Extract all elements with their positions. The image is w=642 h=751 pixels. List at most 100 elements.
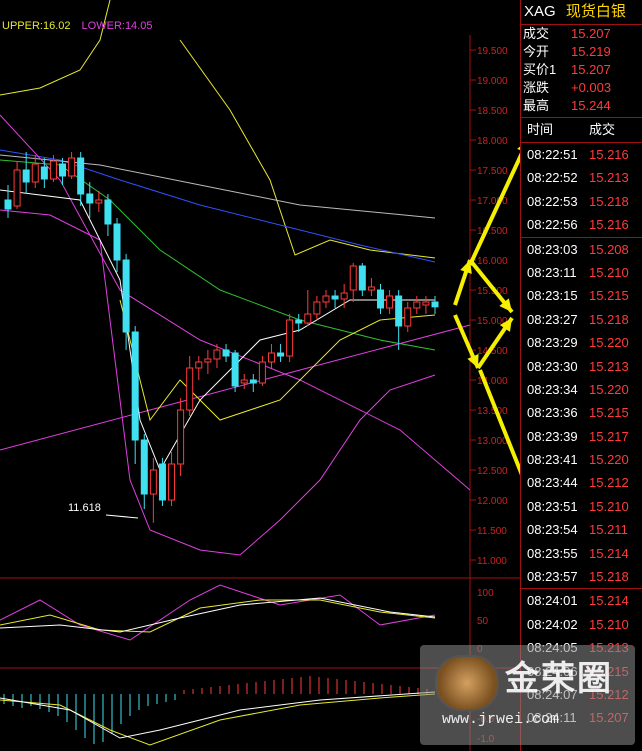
candle-body — [68, 157, 76, 177]
instrument-symbol: XAG — [524, 3, 556, 20]
trade-row: 08:23:27 15.218 — [521, 308, 642, 331]
trade-row: 08:23:55 15.214 — [521, 542, 642, 565]
candle-body — [222, 349, 230, 357]
trade-time: 08:23:15 — [527, 288, 578, 304]
trade-time: 08:23:34 — [527, 381, 578, 397]
quote-value: 15.207 — [571, 26, 611, 41]
bollinger-upper-label: UPPER:16.02 — [2, 20, 71, 32]
candle-body — [213, 349, 221, 360]
watermark-logo-text: 金荣圈 — [505, 660, 613, 698]
chart-canvas[interactable]: 19.50019.00018.50018.00017.50017.00016.5… — [0, 0, 520, 751]
trade-time: 08:23:36 — [527, 405, 578, 421]
candle-body — [295, 319, 303, 324]
candle-body — [249, 379, 257, 384]
quote-value: 15.219 — [571, 44, 611, 59]
trade-time: 08:23:03 — [527, 241, 578, 257]
quote-label: 买价1 — [523, 62, 557, 77]
trade-price: 15.212 — [589, 475, 629, 491]
candle-body — [4, 199, 12, 210]
trade-row: 08:23:03 15.208 — [521, 236, 642, 261]
trade-time: 08:23:57 — [527, 569, 578, 585]
candle-body — [395, 295, 403, 327]
trade-price: 15.211 — [589, 522, 628, 538]
trade-price: 15.216 — [589, 217, 629, 233]
candle-body — [140, 439, 148, 495]
trade-time: 08:22:53 — [527, 193, 578, 209]
instrument-header[interactable]: XAG 现货白银 — [521, 0, 642, 25]
candlesticks — [4, 152, 439, 523]
candle-body — [40, 166, 48, 180]
instrument-name: 现货白银 — [565, 3, 626, 20]
candle-body — [376, 289, 384, 309]
price-tick-label: 13.000 — [477, 436, 508, 447]
candle-body — [86, 193, 94, 204]
candle-body — [13, 169, 21, 207]
quote-value: +0.003 — [571, 80, 612, 95]
quote-value: 15.244 — [571, 98, 611, 113]
trade-price: 15.215 — [589, 405, 629, 421]
trade-price: 15.216 — [589, 147, 629, 162]
price-tick-label: 16.000 — [477, 256, 508, 267]
candle-body — [195, 361, 203, 369]
trade-price: 15.220 — [589, 452, 629, 468]
price-tick-label: 18.000 — [477, 136, 508, 147]
trade-row: 08:23:57 15.218 — [521, 565, 642, 588]
candle-body — [231, 352, 239, 387]
candle-body — [386, 295, 394, 309]
kline-chart[interactable]: 19.500 19.000 18.500 18.000 17.500 17.000 16.5… — [0, 0, 520, 751]
trade-time: 08:23:55 — [527, 545, 578, 561]
candle-body — [367, 286, 375, 291]
candle-body — [22, 169, 30, 183]
bollinger-lower-label: LOWER:14.05 — [81, 20, 153, 32]
candle-body — [177, 409, 185, 465]
quote-label: 最高 — [523, 98, 550, 113]
candle-body — [331, 295, 339, 300]
candle-body — [204, 358, 212, 363]
trade-row: 08:24:02 15.210 — [521, 613, 642, 636]
trade-price: 15.214 — [589, 593, 629, 609]
candle-body — [59, 163, 67, 177]
trade-row: 08:23:15 15.215 — [521, 284, 642, 307]
trade-time: 08:23:11 — [527, 264, 577, 280]
trade-price: 15.213 — [589, 170, 629, 186]
candle-body — [131, 331, 139, 441]
coin-logo-icon — [435, 655, 499, 711]
watermark-url: www.jrwei.com — [442, 711, 560, 728]
candle-body — [122, 259, 130, 333]
price-tick-label: 13.500 — [477, 406, 508, 417]
bollinger-upper-line-2 — [179, 39, 436, 259]
candle-body — [277, 352, 285, 357]
trade-price: 15.220 — [589, 381, 629, 397]
trade-price: 15.220 — [589, 335, 629, 351]
quote-row: 成交 15.207 — [521, 25, 642, 43]
trade-time: 08:23:51 — [527, 498, 578, 514]
trade-time: 08:23:39 — [527, 428, 578, 444]
price-tick-label: 12.000 — [477, 496, 508, 507]
trades-list[interactable]: 08:22:51 15.216 08:22:52 15.213 08:22:53 15.2… — [521, 143, 642, 730]
candle-body — [258, 361, 266, 384]
trade-row: 08:22:56 15.216 — [521, 213, 642, 236]
trade-price: 15.210 — [589, 616, 629, 632]
low-price-pointer — [105, 514, 139, 519]
trade-row: 08:23:34 15.220 — [521, 378, 642, 401]
trade-row: 08:23:29 15.220 — [521, 331, 642, 354]
trade-price: 15.208 — [589, 241, 629, 257]
ma-yellow-line — [119, 299, 436, 422]
bollinger-legend: UPPER:16.02 LOWER:14.05 — [2, 20, 152, 32]
quote-summary: 成交 15.207 今开 15.219 买价1 15.207 涨跌 +0.003 最高 1… — [521, 25, 642, 118]
trades-header: 时间 成交 — [521, 118, 642, 143]
candle-body — [313, 301, 321, 315]
quote-row: 涨跌 +0.003 — [521, 79, 642, 97]
price-tick-label: 11.000 — [477, 556, 507, 567]
price-tick-label: 19.000 — [477, 76, 508, 87]
quote-label: 今开 — [523, 44, 550, 59]
trade-row: 08:24:01 15.214 — [521, 588, 642, 612]
candle-body — [431, 301, 439, 308]
brand-watermark: 金荣圈 www.jrwei.com — [420, 645, 635, 745]
trade-price: 15.214 — [589, 545, 629, 561]
chart-grid — [0, 35, 520, 751]
trade-time: 08:22:51 — [527, 147, 578, 162]
candle-body — [104, 199, 112, 225]
quote-panel: XAG 现货白银 成交 15.207 今开 15.219 买价1 15.207 涨跌 +… — [520, 0, 642, 751]
trade-time: 08:23:44 — [527, 475, 578, 491]
